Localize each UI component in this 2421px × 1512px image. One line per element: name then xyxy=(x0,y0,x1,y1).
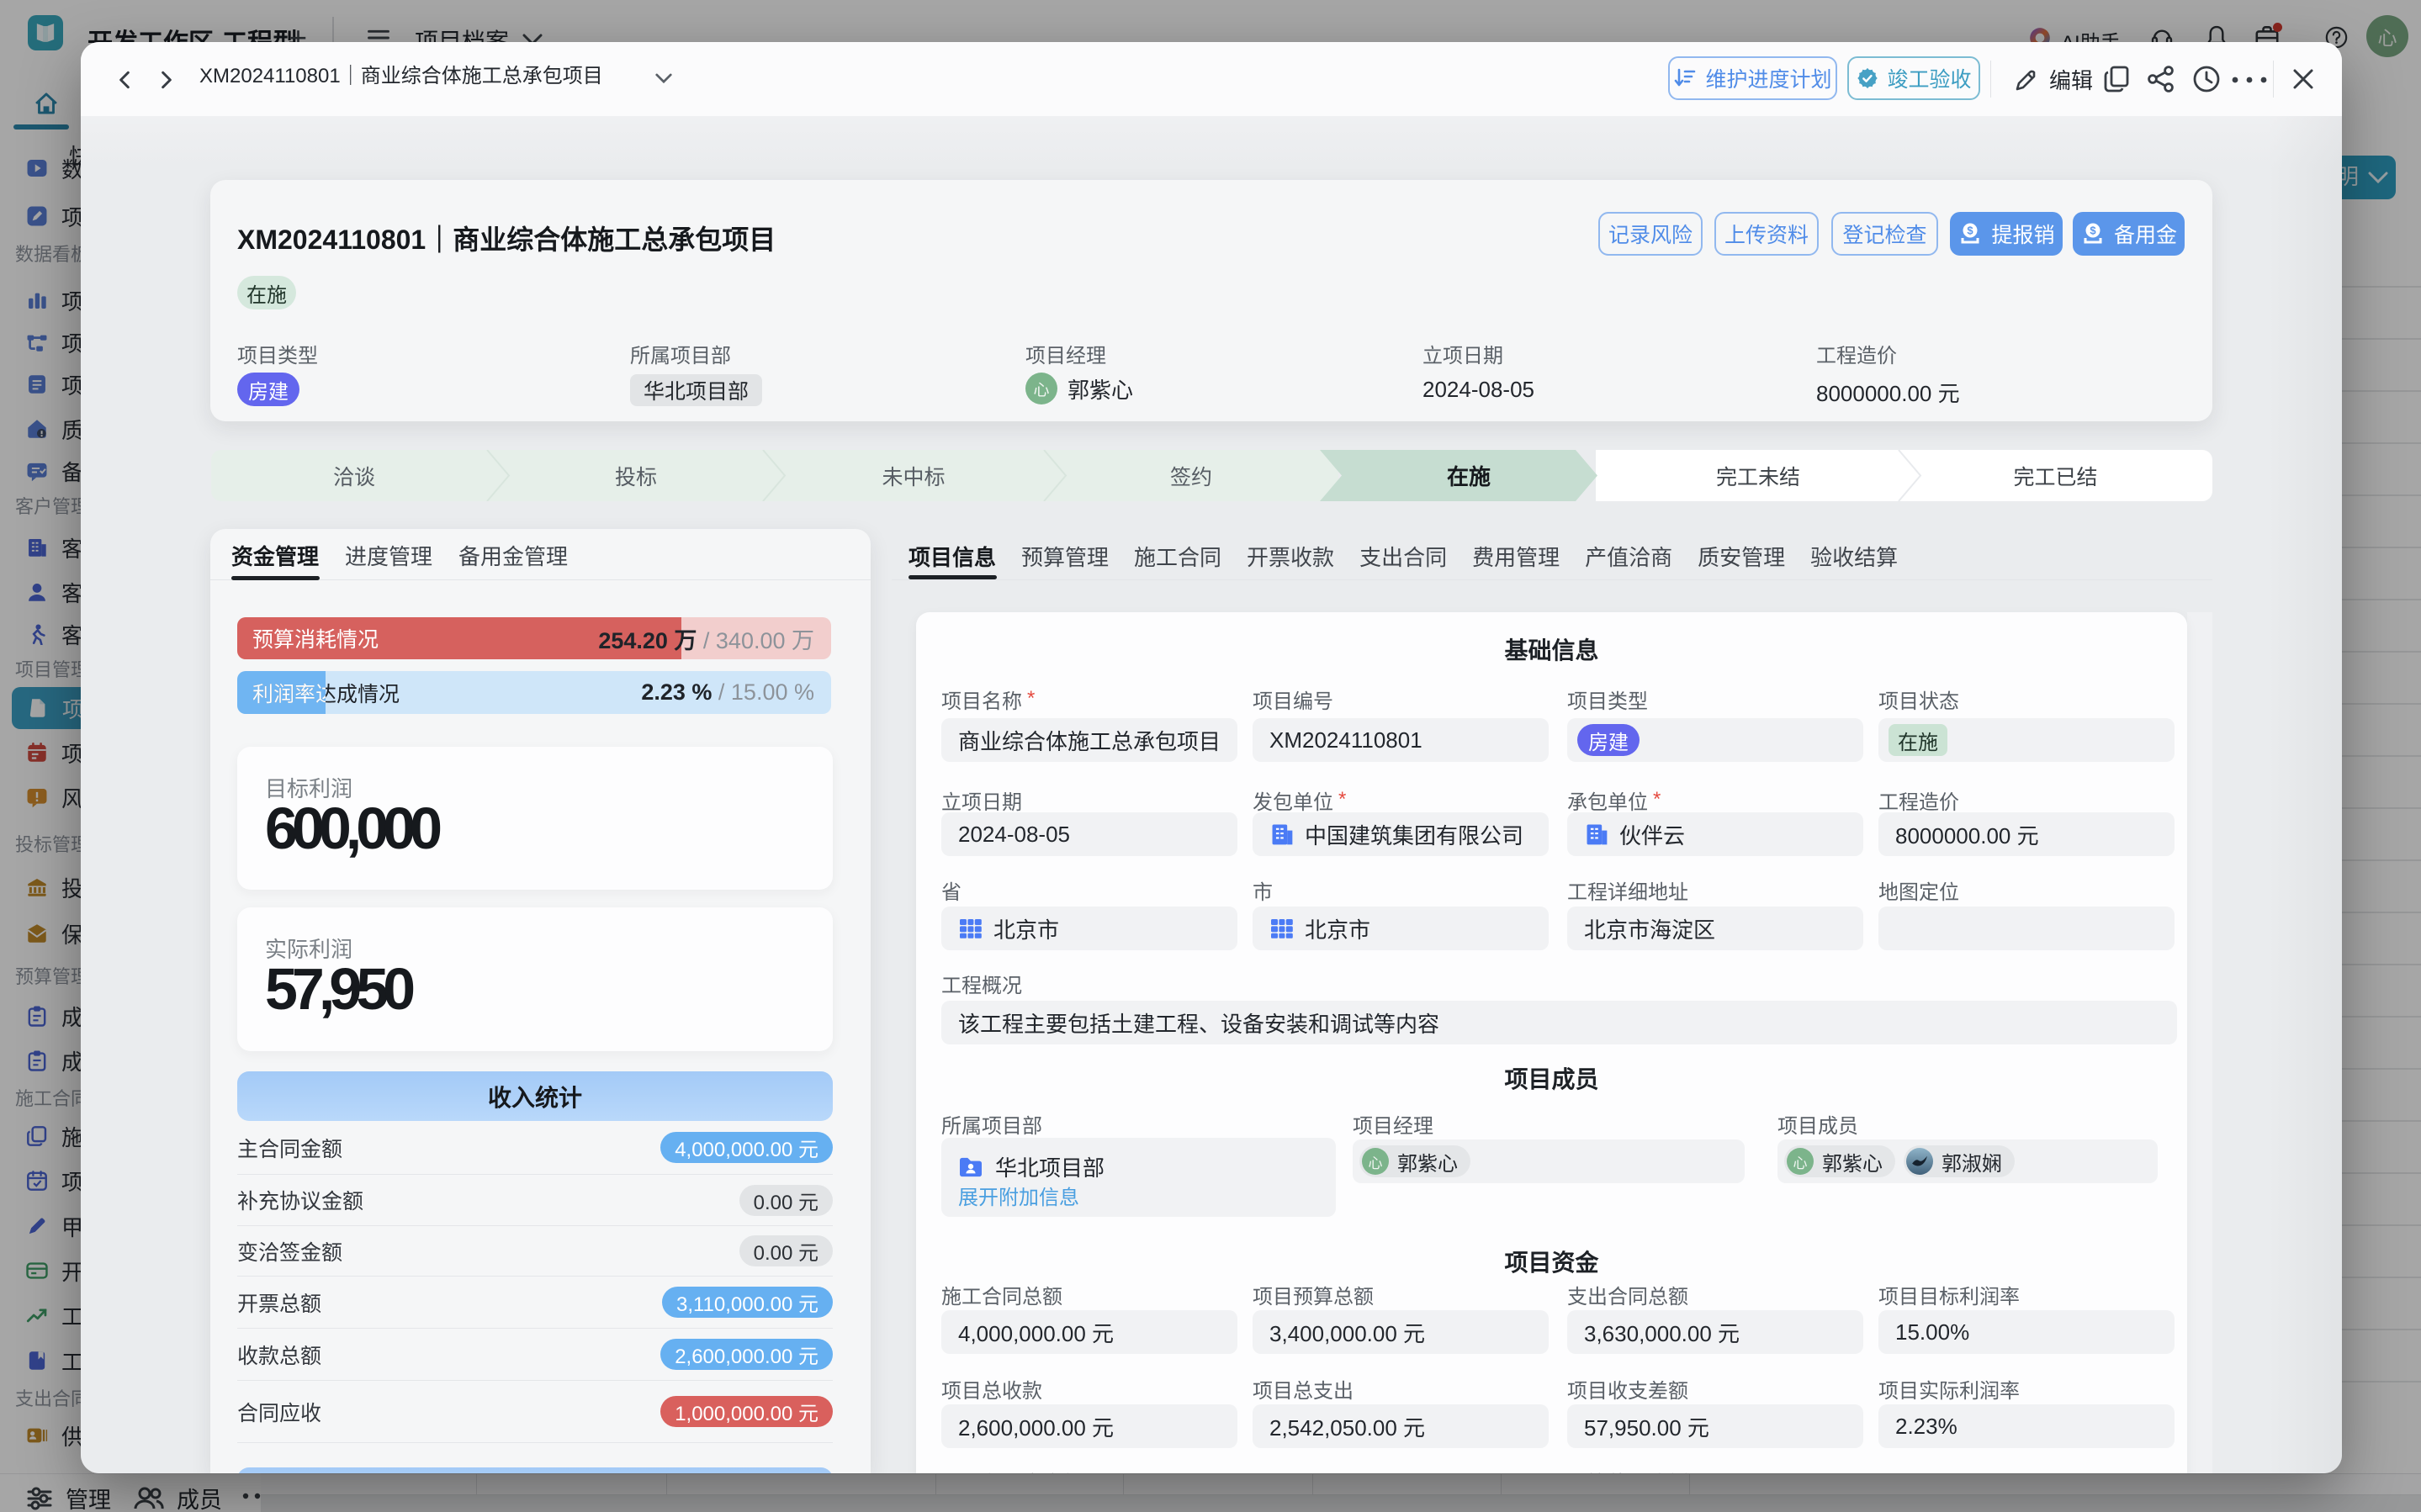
svg-text:$: $ xyxy=(2090,225,2096,237)
svg-text:$: $ xyxy=(1968,225,1974,237)
